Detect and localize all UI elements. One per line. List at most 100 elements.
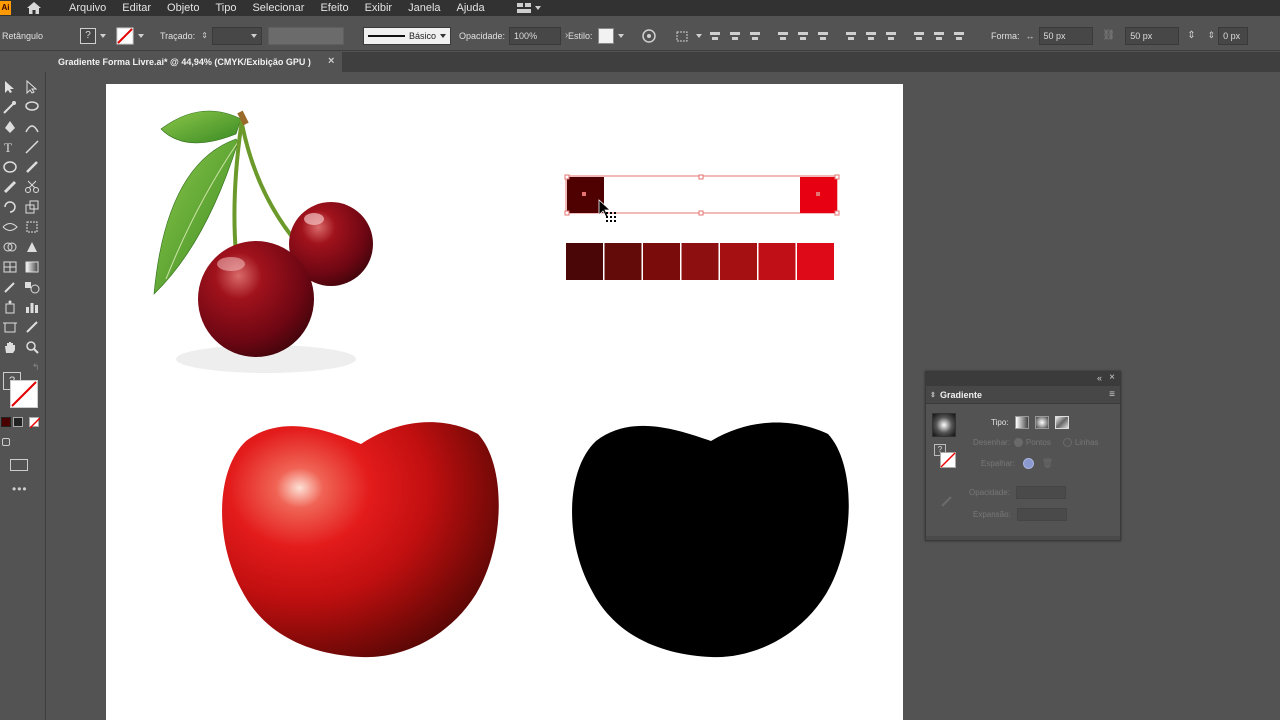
- swap-fill-stroke-icon[interactable]: ↰: [32, 362, 40, 373]
- constrain-link-icon[interactable]: ⛓: [1103, 30, 1116, 41]
- color-swatch[interactable]: [797, 243, 834, 280]
- fill-swatch[interactable]: ?: [80, 27, 96, 44]
- pen-tool-icon[interactable]: [2, 120, 18, 134]
- freeform-gradient-button[interactable]: [1054, 416, 1069, 429]
- panel-menu-icon[interactable]: ≡: [1109, 389, 1115, 400]
- collapse-panel-icon[interactable]: «: [1097, 373, 1102, 383]
- color-swatch[interactable]: [566, 243, 603, 280]
- menu-editar[interactable]: Editar: [122, 0, 151, 16]
- radial-gradient-button[interactable]: [1034, 416, 1049, 429]
- none-mode-icon[interactable]: [29, 417, 41, 429]
- chevron-down-icon[interactable]: [696, 33, 702, 38]
- change-screen-mode-icon[interactable]: [10, 459, 28, 471]
- color-stop-button[interactable]: [1022, 458, 1034, 469]
- stroke-color-swatch[interactable]: [10, 380, 38, 408]
- symbol-sprayer-tool-icon[interactable]: [2, 300, 18, 314]
- menu-exibir[interactable]: Exibir: [365, 0, 393, 16]
- color-swatch[interactable]: [758, 243, 796, 280]
- eyedropper-tool-icon[interactable]: [2, 280, 18, 294]
- scale-tool-icon[interactable]: [24, 200, 40, 214]
- align-top-icon[interactable]: [778, 30, 788, 42]
- cherry-photo[interactable]: [153, 110, 373, 373]
- live-paint-tool-icon[interactable]: [24, 240, 40, 254]
- cherry-gradient-shape[interactable]: [222, 422, 499, 658]
- menu-janela[interactable]: Janela: [408, 0, 440, 16]
- line-tool-icon[interactable]: [24, 140, 40, 154]
- corner-type-icon[interactable]: ⇕: [1187, 30, 1195, 41]
- close-panel-icon[interactable]: ×: [1109, 372, 1115, 383]
- height-field[interactable]: 50 px: [1125, 26, 1180, 45]
- width-field[interactable]: 50 px: [1038, 26, 1093, 45]
- align-to-icon[interactable]: [676, 29, 692, 43]
- selection-tool-icon[interactable]: [2, 80, 18, 94]
- more-tools-icon[interactable]: •••: [12, 482, 28, 496]
- panel-tab-gradiente[interactable]: ⇕ Gradiente ≡: [926, 386, 1120, 404]
- chevron-down-icon[interactable]: [138, 33, 144, 38]
- ellipse-tool-icon[interactable]: [2, 160, 18, 174]
- delete-stop-icon[interactable]: 🗑: [1042, 458, 1053, 469]
- linear-gradient-button[interactable]: [1014, 416, 1029, 429]
- shape-builder-tool-icon[interactable]: [2, 240, 18, 254]
- gradient-preview-swatch[interactable]: [932, 413, 956, 437]
- type-tool-icon[interactable]: T: [2, 140, 18, 155]
- zoom-tool-icon[interactable]: [24, 340, 40, 354]
- align-center-v-icon[interactable]: [798, 30, 808, 42]
- distribute-right-icon[interactable]: [954, 30, 964, 42]
- artboard-tool-icon[interactable]: [2, 320, 18, 334]
- lasso-tool-icon[interactable]: [24, 100, 40, 114]
- points-radio[interactable]: [1013, 438, 1023, 447]
- graph-tool-icon[interactable]: [24, 300, 40, 314]
- color-swatch[interactable]: [681, 243, 719, 280]
- menu-selecionar[interactable]: Selecionar: [252, 0, 304, 16]
- distribute-left-icon[interactable]: [914, 30, 924, 42]
- chevron-down-icon[interactable]: [100, 33, 106, 38]
- workspace-switcher[interactable]: [516, 3, 541, 13]
- rotate-tool-icon[interactable]: [2, 200, 18, 214]
- color-swatch[interactable]: [604, 243, 642, 280]
- fill-stroke-mini-icon[interactable]: ?: [934, 444, 958, 468]
- gradient-mode-icon[interactable]: [13, 417, 23, 427]
- gradient-tool-icon[interactable]: [24, 260, 40, 274]
- hand-tool-icon[interactable]: [2, 340, 18, 354]
- draw-mode-icon[interactable]: [2, 438, 10, 446]
- opacity-field[interactable]: 100%: [509, 26, 562, 45]
- style-swatch[interactable]: [597, 27, 614, 44]
- document-tab[interactable]: Gradiente Forma Livre.ai* @ 44,94% (CMYK…: [50, 52, 342, 72]
- menu-efeito[interactable]: Efeito: [320, 0, 348, 16]
- color-swatch[interactable]: [643, 243, 680, 280]
- slice-tool-icon[interactable]: [24, 320, 40, 334]
- variable-width-profile[interactable]: [268, 26, 344, 45]
- opacity-field[interactable]: [1015, 486, 1066, 499]
- magic-wand-tool-icon[interactable]: [2, 100, 18, 114]
- menu-tipo[interactable]: Tipo: [215, 0, 236, 16]
- curvature-tool-icon[interactable]: [24, 120, 40, 134]
- color-mode-icon[interactable]: [1, 417, 11, 427]
- paintbrush-tool-icon[interactable]: [24, 160, 40, 174]
- distribute-hcenter-icon[interactable]: [934, 30, 944, 42]
- lines-radio[interactable]: [1062, 438, 1072, 447]
- blend-tool-icon[interactable]: [24, 280, 40, 294]
- cherry-black-shape[interactable]: [572, 422, 849, 658]
- align-bottom-icon[interactable]: [818, 30, 828, 42]
- menu-arquivo[interactable]: Arquivo: [69, 0, 106, 16]
- color-swatch[interactable]: [720, 243, 757, 280]
- scissors-tool-icon[interactable]: [24, 180, 40, 194]
- align-center-h-icon[interactable]: [730, 30, 740, 42]
- stroke-swatch[interactable]: [116, 27, 134, 45]
- mesh-tool-icon[interactable]: [2, 260, 18, 274]
- stroke-stepper[interactable]: ⇕: [201, 31, 208, 40]
- home-button[interactable]: [19, 0, 49, 16]
- menu-objeto[interactable]: Objeto: [167, 0, 199, 16]
- distribute-center-icon[interactable]: [866, 30, 876, 42]
- width-tool-icon[interactable]: [2, 220, 18, 234]
- corner-radius-field[interactable]: 0 px: [1218, 26, 1249, 45]
- panel-resize-grip[interactable]: [926, 536, 1120, 540]
- free-transform-tool-icon[interactable]: [24, 220, 40, 234]
- artboard[interactable]: [106, 84, 903, 720]
- eyedropper-icon[interactable]: [940, 494, 954, 511]
- pencil-tool-icon[interactable]: [2, 180, 18, 194]
- close-icon[interactable]: ×: [328, 55, 334, 67]
- direct-selection-tool-icon[interactable]: [24, 79, 40, 95]
- brush-dropdown[interactable]: Básico: [363, 26, 451, 45]
- spread-field[interactable]: [1016, 508, 1067, 521]
